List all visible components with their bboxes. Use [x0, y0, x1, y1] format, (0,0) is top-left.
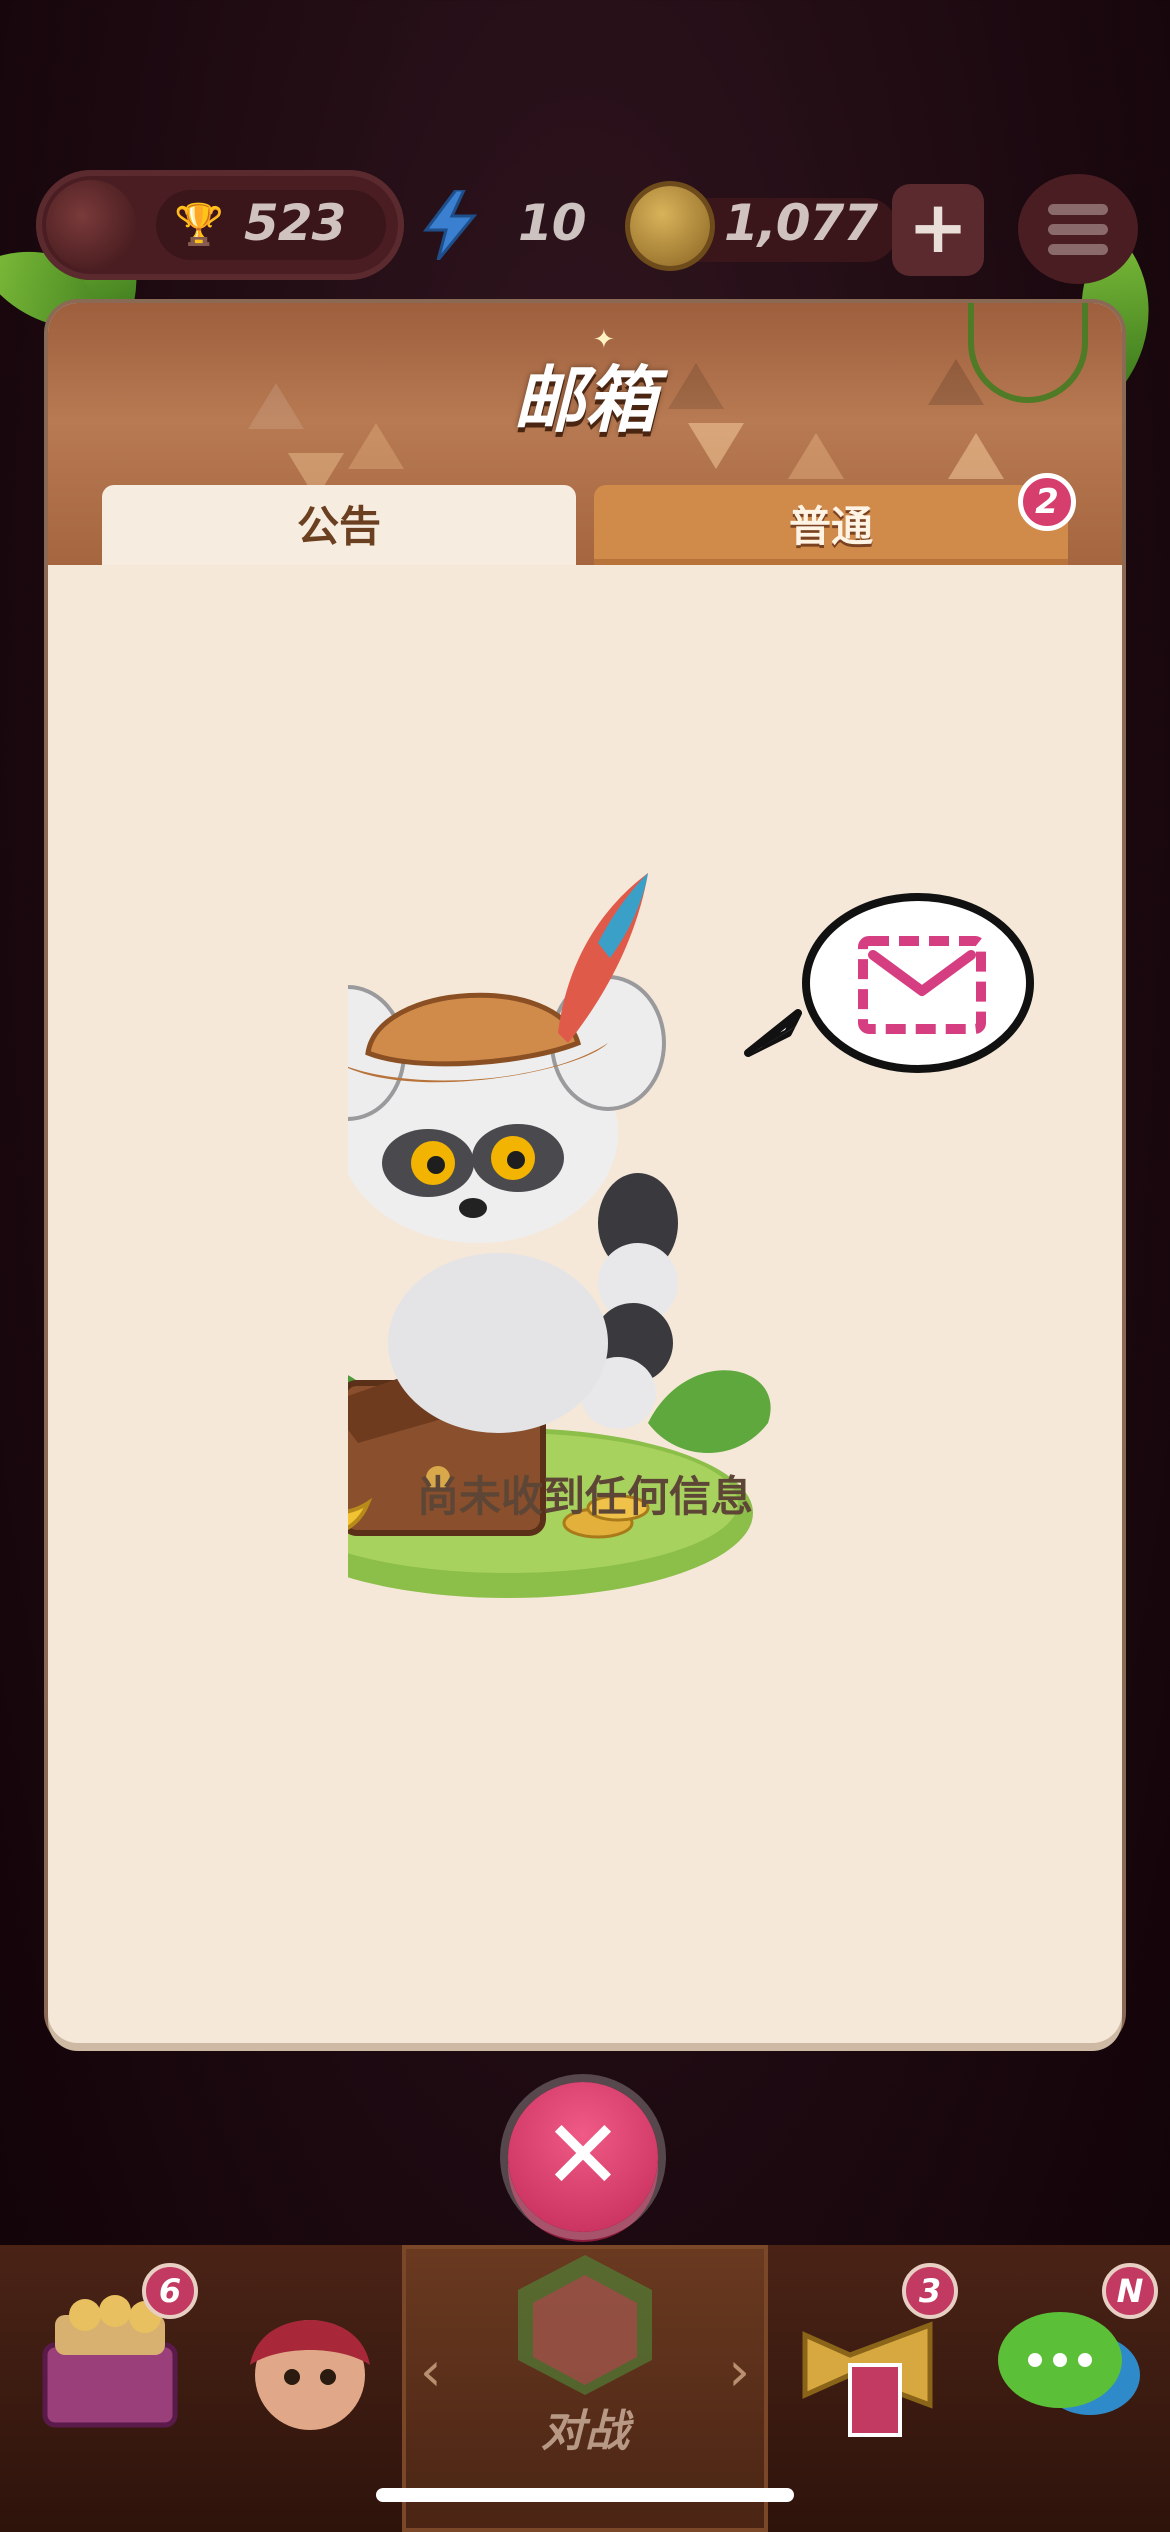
battle-label: 对战	[541, 2406, 629, 2457]
tab-announcements[interactable]: 公告	[102, 485, 576, 565]
mailbox-modal: ✦ 邮箱 公告 普通 2 尚未收到任何信息	[48, 303, 1122, 2043]
close-button[interactable]: ✕	[508, 2082, 658, 2232]
battle-emblem-icon	[518, 2255, 652, 2395]
nav-shop[interactable]: 6	[30, 2263, 198, 2445]
pupil	[427, 1156, 445, 1174]
pupil	[507, 1151, 525, 1169]
menu-icon	[1048, 204, 1108, 215]
events-badge: 3	[902, 2263, 958, 2319]
menu-icon-bar	[1048, 224, 1108, 235]
trophy-pill[interactable]: 🏆 523	[36, 170, 404, 280]
modal-header: ✦ 邮箱 公告 普通 2	[48, 303, 1122, 565]
lightning-icon	[423, 190, 478, 260]
shop-badge: 6	[142, 2263, 198, 2319]
lemur-body	[388, 1253, 608, 1433]
energy-count: 10	[518, 194, 587, 252]
add-coins-button[interactable]: +	[892, 184, 984, 276]
nav-heroes[interactable]	[230, 2285, 390, 2445]
chevron-right-icon[interactable]: ›	[728, 2340, 750, 2403]
coin-count: 1,077	[724, 194, 878, 252]
trophy-count: 523	[244, 194, 346, 252]
coin-icon	[630, 186, 710, 266]
social-badge: N	[1102, 2263, 1158, 2319]
home-indicator[interactable]	[376, 2488, 794, 2502]
hero-avatar-icon	[250, 2320, 370, 2430]
trophy-icon: 🏆	[174, 202, 224, 248]
chevron-left-icon[interactable]: ‹	[420, 2340, 442, 2403]
lemur-nose	[459, 1198, 487, 1218]
modal-title: 邮箱	[512, 358, 657, 442]
top-hud: 🏆 523 10 1,077 +	[0, 160, 1170, 290]
leaf-right	[648, 1370, 771, 1453]
explorer-hat	[365, 992, 582, 1067]
tab-general-badge: 2	[1018, 473, 1076, 531]
menu-icon-bar	[1048, 244, 1108, 255]
avatar[interactable]	[46, 180, 136, 270]
menu-button[interactable]	[1018, 174, 1138, 284]
speech-bubble	[744, 893, 1034, 1073]
nav-events[interactable]: 3	[790, 2263, 958, 2445]
tab-general[interactable]: 普通	[594, 485, 1068, 565]
nav-social[interactable]: N	[990, 2263, 1158, 2445]
empty-mailbox-illustration	[348, 873, 1034, 1598]
trophy-counter: 🏆 523	[156, 190, 386, 260]
empty-inbox-message: 尚未收到任何信息	[416, 1472, 753, 1521]
